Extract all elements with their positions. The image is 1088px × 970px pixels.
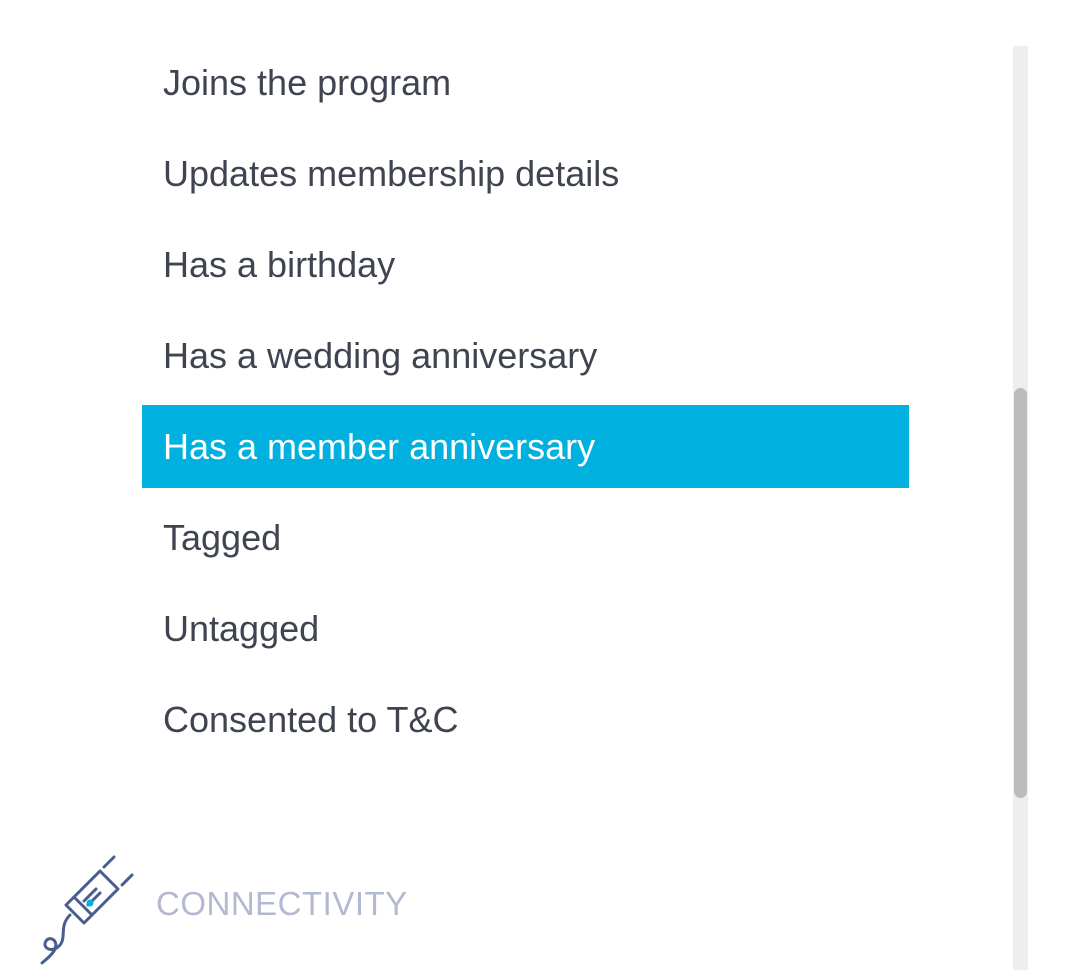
trigger-list: Joins the program Updates membership det…	[142, 37, 909, 765]
menu-item-tagged[interactable]: Tagged	[142, 492, 909, 583]
menu-item-wedding-anniversary[interactable]: Has a wedding anniversary	[142, 310, 909, 401]
menu-item-member-anniversary[interactable]: Has a member anniversary	[142, 405, 909, 488]
scrollbar-thumb[interactable]	[1014, 388, 1027, 798]
section-header-connectivity: CONNECTIVITY	[38, 855, 408, 965]
menu-item-updates-membership[interactable]: Updates membership details	[142, 128, 909, 219]
menu-item-joins-program[interactable]: Joins the program	[142, 37, 909, 128]
menu-item-birthday[interactable]: Has a birthday	[142, 219, 909, 310]
trigger-menu: Joins the program Updates membership det…	[0, 0, 1014, 970]
menu-item-consented-tc[interactable]: Consented to T&C	[142, 674, 909, 765]
section-label: CONNECTIVITY	[156, 885, 408, 922]
scrollbar[interactable]	[1013, 46, 1028, 970]
menu-item-untagged[interactable]: Untagged	[142, 583, 909, 674]
plug-icon	[40, 855, 134, 965]
